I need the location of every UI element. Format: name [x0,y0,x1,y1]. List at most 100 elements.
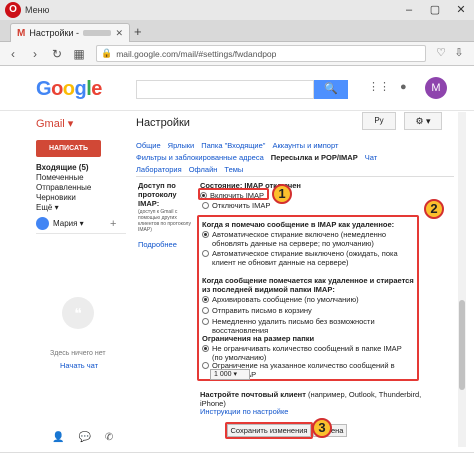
language-button[interactable]: Ру [362,112,396,130]
tab-close-icon[interactable]: ✕ [115,28,123,39]
phone-icon[interactable]: ✆ [105,432,113,443]
folder-sent[interactable]: Отправленные [36,183,91,193]
folder-drafts[interactable]: Черновики [36,193,91,203]
bookmark-heart-icon[interactable]: ♡ [432,46,450,59]
radio-disable-imap[interactable] [202,202,209,209]
bottom-divider [0,452,474,453]
forward-icon[interactable]: › [26,47,44,61]
limit-option-1-label: Не ограничивать количество сообщений в п… [212,344,402,362]
new-tab-icon[interactable]: + [134,24,142,39]
radio-delete-forever[interactable] [202,318,209,325]
client-heading: Настройте почтовый клиент (например, Out… [200,390,430,408]
google-logo[interactable]: Google [36,78,102,101]
expunge-option-3-label: Немедленно удалить письмо без возможност… [212,317,375,335]
notifications-icon[interactable]: ● [400,81,407,93]
folder-more[interactable]: Ещё ▾ [36,203,91,213]
tab-title: Настройки - [29,28,79,38]
apps-grid-icon[interactable]: ⋮⋮ [368,80,390,93]
reload-icon[interactable]: ↻ [48,47,66,61]
delete-option-2[interactable]: Автоматическое стирание выключено (ожида… [202,249,414,267]
url-text: mail.google.com/mail/#settings/fwdandpop [116,48,277,59]
hangouts-icon[interactable]: 💬 [78,432,90,443]
radio-archive[interactable] [202,296,209,303]
tab-general[interactable]: Общие [136,140,161,152]
person-icon[interactable]: 👤 [52,432,64,443]
tab-themes[interactable]: Темы [224,164,243,176]
gmail-menu[interactable]: Gmail ▾ [36,117,73,130]
tab-labels[interactable]: Ярлыки [168,140,195,152]
gear-icon[interactable]: ⚙ ▾ [404,112,442,130]
hangouts-quote-icon: ❝ [62,297,94,329]
radio-auto-expunge-on[interactable] [202,231,209,238]
user-name: Мария ▾ [53,219,84,228]
delete-heading: Когда я помечаю сообщение в IMAP как уда… [202,220,395,229]
limit-option-1[interactable]: Не ограничивать количество сообщений в п… [202,344,414,362]
expunge-option-1-label: Архивировать сообщение (по умолчанию) [212,295,359,304]
menu-button[interactable]: Меню [25,5,49,15]
expunge-option-1[interactable]: Архивировать сообщение (по умолчанию) [202,295,414,304]
speed-dial-icon[interactable]: ▦ [70,47,88,61]
limit-select[interactable]: 1 000 ▾ [210,369,250,380]
radio-auto-expunge-off[interactable] [202,250,209,257]
learn-more-link[interactable]: Подробнее [138,240,177,249]
page-title: Настройки [136,117,190,129]
folder-list: Входящие (5) Помеченные Отправленные Чер… [36,163,91,213]
logo-letter: o [62,78,75,100]
logo-letter: g [74,78,87,100]
compose-button[interactable]: НАПИСАТЬ [36,140,101,157]
highlight-box-1 [198,188,269,200]
expunge-heading: Когда сообщение помечается как удаленное… [202,276,414,294]
minimize-icon[interactable]: – [396,0,422,20]
tab-filters[interactable]: Фильтры и заблокированные адреса [136,152,264,164]
browser-tab[interactable]: M Настройки - ✕ [10,23,130,42]
tab-inbox[interactable]: Папка "Входящие" [201,140,265,152]
browser-titlebar: O Меню – ▢ ✕ [0,0,474,20]
opera-logo-icon[interactable]: O [5,2,21,18]
expunge-option-2[interactable]: Отправить письмо в корзину [202,306,414,315]
folder-starred[interactable]: Помеченные [36,173,91,183]
logo-letter: G [36,78,52,100]
step-badge-1: 1 [272,184,292,204]
add-chat-icon[interactable]: + [110,218,116,230]
expunge-option-2-label: Отправить письмо в корзину [212,306,312,315]
maximize-icon[interactable]: ▢ [422,0,448,20]
scrollbar[interactable] [458,112,466,447]
tab-bar: M Настройки - ✕ + [0,20,474,42]
nav-right-icons: ♡ ⇩ [432,46,468,59]
radio-limit[interactable] [202,362,209,369]
disable-imap-label: Отключить IMAP [212,201,271,210]
logo-letter: o [51,78,63,100]
tab-forwarding[interactable]: Пересылка и POP/IMAP [271,152,358,164]
tab-divider [136,176,454,177]
radio-trash[interactable] [202,307,209,314]
folder-inbox[interactable]: Входящие (5) [36,163,91,173]
back-icon[interactable]: ‹ [4,47,22,61]
divider [36,233,126,234]
delete-option-1[interactable]: Автоматическое стирание включено (немедл… [202,230,414,248]
avatar[interactable]: M [425,77,447,99]
download-icon[interactable]: ⇩ [450,46,468,59]
close-window-icon[interactable]: ✕ [448,0,474,20]
tab-offline[interactable]: Офлайн [189,164,218,176]
lock-icon: 🔒 [101,48,113,58]
start-chat-link[interactable]: Начать чат [60,361,98,370]
step-badge-2: 2 [424,199,444,219]
expunge-option-3[interactable]: Немедленно удалить письмо без возможност… [202,317,414,335]
tab-labs[interactable]: Лаборатория [136,164,182,176]
delete-option-1-label: Автоматическое стирание включено (немедл… [212,230,387,248]
hangouts-user[interactable]: Мария ▾ [36,217,84,230]
tab-accounts[interactable]: Аккаунты и импорт [272,140,338,152]
step-badge-3: 3 [312,418,332,438]
scrollbar-thumb[interactable] [459,300,465,390]
search-button[interactable]: 🔍 [314,80,348,99]
disable-imap-option[interactable]: Отключить IMAP [202,201,270,210]
chat-empty-text: Здесь ничего нет [50,350,106,357]
client-instructions-link[interactable]: Инструкции по настройке [200,407,288,416]
address-bar[interactable]: 🔒 mail.google.com/mail/#settings/fwdandp… [96,45,426,62]
logo-letter: e [91,78,102,100]
window-controls: – ▢ ✕ [396,0,474,20]
radio-no-limit[interactable] [202,345,209,352]
settings-tabs: Общие Ярлыки Папка "Входящие" Аккаунты и… [136,140,454,176]
tab-chat[interactable]: Чат [365,152,377,164]
search-input[interactable] [136,80,314,99]
